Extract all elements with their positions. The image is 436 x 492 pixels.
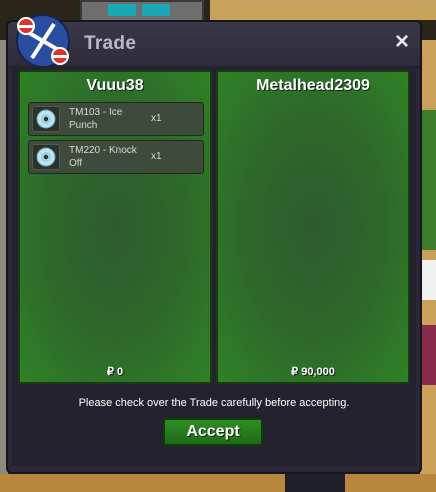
item-slot [32,106,60,132]
item-quantity: x1 [151,151,162,162]
left-player-name: Vuuu38 [86,77,144,94]
trade-notice-text: Please check over the Trade carefully be… [78,397,350,409]
item-name: TM220 - Knock Off [69,145,137,169]
accept-button[interactable]: Accept [163,418,263,446]
trade-item-row[interactable]: TM103 - Ice Punch x1 [28,102,204,136]
trade-window: Trade × Vuuu38 TM103 - Ice Punch x1 TM22… [6,14,422,474]
trade-item-row[interactable]: TM220 - Knock Off x1 [28,140,204,174]
item-quantity: x1 [151,113,162,124]
disc-icon [36,109,56,129]
right-money-amount: ₽ 90,000 [291,366,335,378]
game-background-bottom [0,474,436,492]
game-background-right [420,40,436,492]
right-offer-panel: Metalhead2309 ₽ 90,000 [216,70,410,384]
disc-icon [36,147,56,167]
item-slot [32,144,60,170]
item-name: TM103 - Ice Punch [69,107,123,131]
left-offer-panel: Vuuu38 TM103 - Ice Punch x1 TM220 - Knoc… [18,70,212,384]
trade-content: Vuuu38 TM103 - Ice Punch x1 TM220 - Knoc… [12,66,416,466]
window-title: Trade [84,33,137,54]
right-player-name: Metalhead2309 [256,77,370,94]
close-button[interactable]: × [390,30,414,54]
left-money-amount: ₽ 0 [106,366,124,378]
trade-logo-icon [16,14,70,68]
